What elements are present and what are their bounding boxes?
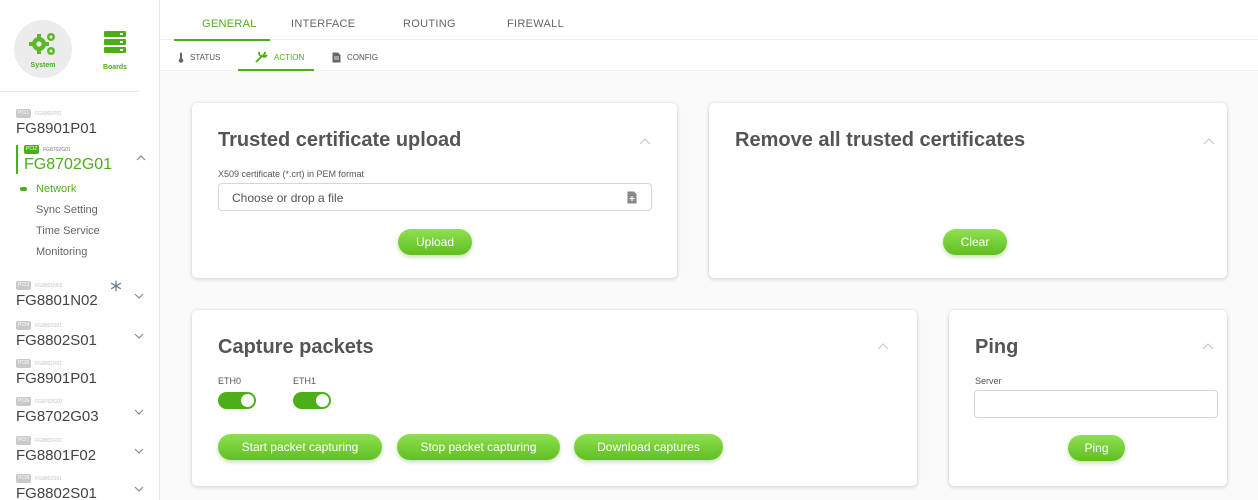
wrench-icon <box>255 52 268 63</box>
certificate-field-label: X509 certificate (*.crt) in PEM format <box>218 169 365 179</box>
device-code: FG8702G01 <box>43 146 71 153</box>
device-item[interactable]: PCI3 FG8801N02 FG8801N02 <box>16 281 156 309</box>
subtab-action[interactable]: ACTION <box>255 52 304 63</box>
device-badge: PCI3 <box>16 281 32 290</box>
device-submenu: Network Sync Setting Time Service Monito… <box>20 182 150 266</box>
eth0-toggle[interactable] <box>218 392 256 409</box>
tab-general[interactable]: GENERAL <box>202 18 257 30</box>
thermometer-icon <box>178 52 184 63</box>
file-input-placeholder: Choose or drop a file <box>232 191 344 205</box>
device-badge: PCI7 <box>16 436 32 445</box>
document-icon <box>332 52 341 63</box>
device-badge: PCI4 <box>16 321 32 330</box>
subtab-config-label: CONFIG <box>347 53 379 62</box>
chevron-up-icon[interactable] <box>639 135 651 147</box>
tab-firewall[interactable]: FIREWALL <box>507 18 564 30</box>
boards-label: Boards <box>102 64 128 71</box>
chevron-up-icon[interactable] <box>136 153 146 163</box>
ping-button[interactable]: Ping <box>1068 435 1125 461</box>
subtab-config[interactable]: CONFIG <box>332 52 378 63</box>
download-captures-button[interactable]: Download captures <box>574 434 723 460</box>
chevron-up-icon[interactable] <box>877 340 889 352</box>
device-name: FG8901P01 <box>16 120 97 137</box>
card-title: Remove all trusted certificates <box>735 129 1026 151</box>
device-item[interactable]: PCI6 FG8702G03 FG8702G03 <box>16 397 156 425</box>
device-code: FG8801F02 <box>35 437 62 444</box>
device-code: FG8702G03 <box>35 398 63 405</box>
clear-button[interactable]: Clear <box>943 229 1007 255</box>
server-input[interactable] <box>974 390 1218 418</box>
stop-packet-capturing-button[interactable]: Stop packet capturing <box>397 434 560 460</box>
gears-icon <box>29 33 55 55</box>
submenu-item-network[interactable]: Network <box>20 182 150 203</box>
card-title: Ping <box>975 336 1019 358</box>
upload-button[interactable]: Upload <box>398 229 472 255</box>
eth1-label: ETH1 <box>293 376 317 386</box>
toggle-knob <box>316 394 329 407</box>
chevron-down-icon[interactable] <box>134 484 144 494</box>
trusted-certificate-upload-card: Trusted certificate upload X509 certific… <box>192 103 677 278</box>
device-code: FG8802S01 <box>35 322 63 329</box>
tab-routing[interactable]: ROUTING <box>403 18 456 30</box>
subtab-status-label: STATUS <box>190 53 221 62</box>
active-subtab-indicator <box>238 69 314 71</box>
top-tabs: GENERAL INTERFACE ROUTING FIREWALL <box>160 0 1258 41</box>
device-item[interactable]: PCI1 FG8901P01 FG8901P01 <box>16 109 156 137</box>
device-badge: PCI1 <box>16 109 32 118</box>
chevron-down-icon[interactable] <box>134 446 144 456</box>
sidebar-header: System Boards <box>0 0 139 92</box>
chevron-down-icon[interactable] <box>134 407 144 417</box>
device-badge: PCI5 <box>16 359 32 368</box>
sub-tabs: STATUS ACTION CONFIG <box>160 41 1258 71</box>
device-badge: PCI8 <box>16 474 32 483</box>
device-item-active[interactable]: PCI2 FG8702G01 FG8702G01 <box>16 145 156 174</box>
boards-icon <box>104 31 126 53</box>
chevron-up-icon[interactable] <box>1202 340 1214 352</box>
sidebar: System Boards PCI1 FG8901P01 FG8901P01 PC… <box>0 0 160 500</box>
remove-certificates-card: Remove all trusted certificates Clear <box>709 103 1227 278</box>
capture-packets-card: Capture packets ETH0 ETH1 Start packet c… <box>192 310 917 486</box>
eth0-label: ETH0 <box>218 376 242 386</box>
device-code: FG8801N02 <box>35 282 63 289</box>
certificate-file-input[interactable]: Choose or drop a file <box>218 183 652 211</box>
device-code: FG8901P01 <box>35 360 63 367</box>
main-content: Trusted certificate upload X509 certific… <box>160 72 1258 500</box>
eth1-toggle[interactable] <box>293 392 331 409</box>
device-item[interactable]: PCI7 FG8801F02 FG8801F02 <box>16 436 156 464</box>
chevron-down-icon[interactable] <box>134 331 144 341</box>
submenu-item-monitoring[interactable]: Monitoring <box>20 245 150 266</box>
submenu-item-time-service[interactable]: Time Service <box>20 224 150 245</box>
subtab-status[interactable]: STATUS <box>178 52 220 63</box>
chevron-down-icon[interactable] <box>134 291 144 301</box>
device-item[interactable]: PCI8 FG8802S01 FG8802S01 <box>16 474 156 500</box>
tab-interface[interactable]: INTERFACE <box>291 18 355 30</box>
device-code: FG8901P01 <box>35 110 63 117</box>
snowflake-icon <box>110 280 122 292</box>
file-add-icon <box>627 191 637 204</box>
system-button[interactable]: System <box>14 20 72 78</box>
chevron-up-icon[interactable] <box>1203 135 1215 147</box>
system-label: System <box>30 62 56 69</box>
device-badge: PCI6 <box>16 397 32 406</box>
card-title: Trusted certificate upload <box>218 129 462 151</box>
ping-card: Ping Server Ping <box>949 310 1227 486</box>
app-root: System Boards PCI1 FG8901P01 FG8901P01 PC… <box>0 0 1258 500</box>
device-item[interactable]: PCI4 FG8802S01 FG8802S01 <box>16 321 156 349</box>
server-field-label: Server <box>975 376 1002 386</box>
device-badge: PCI2 <box>24 145 40 154</box>
device-code: FG8802S01 <box>35 475 63 482</box>
device-item[interactable]: PCI5 FG8901P01 FG8901P01 <box>16 359 156 387</box>
toggle-knob <box>241 394 254 407</box>
boards-button[interactable]: Boards <box>98 26 132 76</box>
start-packet-capturing-button[interactable]: Start packet capturing <box>218 434 382 460</box>
subtab-action-label: ACTION <box>274 53 305 62</box>
card-title: Capture packets <box>218 336 374 358</box>
device-name: FG8901P01 <box>16 370 97 387</box>
submenu-item-sync-setting[interactable]: Sync Setting <box>20 203 150 224</box>
